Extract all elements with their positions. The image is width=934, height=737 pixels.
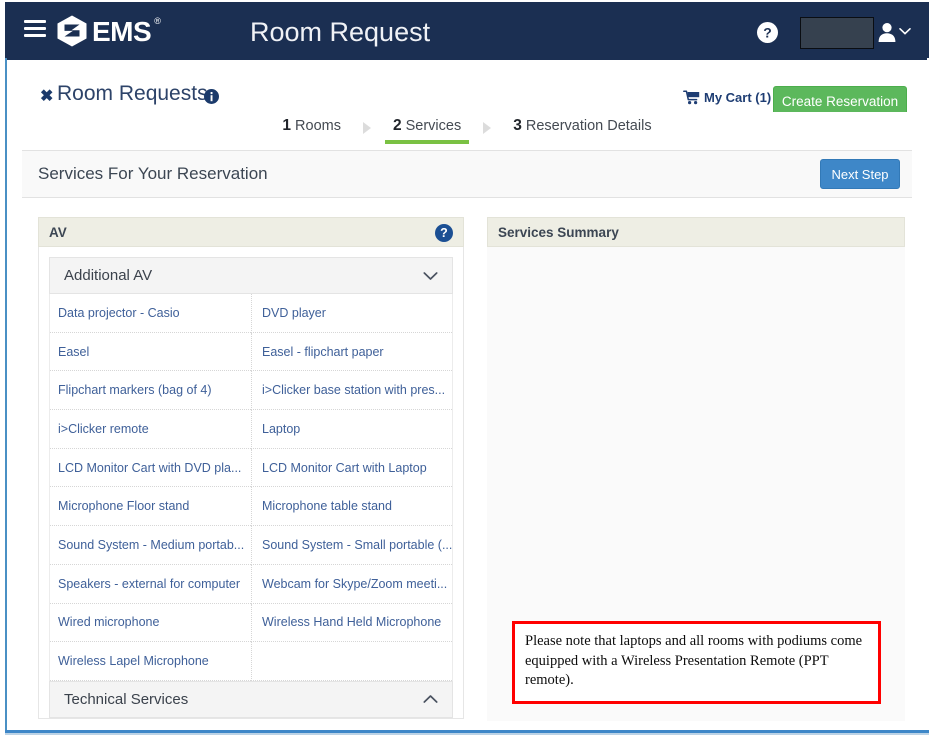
services-summary-panel: Services Summary Please note that laptop… [487,217,905,722]
info-circle-icon[interactable] [204,89,219,104]
service-item[interactable]: Microphone Floor stand [50,487,251,527]
service-item[interactable]: Speakers - external for computer [50,565,251,604]
accordion-technical-services[interactable]: Technical Services [49,680,453,718]
av-services-panel: AV ? Additional AV Data projector - Casi… [38,217,464,719]
service-item[interactable]: Webcam for Skype/Zoom meeti... [251,564,452,604]
service-item[interactable]: Data projector - Casio [50,294,251,333]
step-tab-reservation-details[interactable]: 3 Reservation Details [495,112,669,144]
ems-wordmark: EMS [92,16,152,47]
service-item[interactable]: Flipchart markers (bag of 4) [50,371,251,411]
section-header-bar: Services For Your Reservation Next Step [22,150,912,198]
step-label: Reservation Details [525,118,652,134]
main-content: AV ? Additional AV Data projector - Casi… [7,199,927,730]
step-number: 2 [392,117,402,134]
presentation-remote-note: Please note that laptops and all rooms w… [512,621,881,704]
summary-panel-body: Please note that laptops and all rooms w… [487,247,905,721]
av-panel-title: AV [49,224,67,240]
ems-logo[interactable]: EMS ® [55,14,161,48]
window-frame-bottom-shadow [5,733,929,735]
chevron-up-icon [423,695,438,704]
service-item[interactable]: Microphone table stand [251,487,452,527]
accordion-label: Technical Services [64,690,189,708]
step-label: Services [405,118,462,134]
service-item[interactable]: Sound System - Small portable (... [251,526,452,565]
service-item[interactable]: Wireless Lapel Microphone [50,642,251,681]
accordion-label: Additional AV [64,267,153,284]
service-item[interactable]: Laptop [251,410,452,449]
svg-text:?: ? [763,24,772,40]
app-title: Room Request [250,17,431,47]
av-panel-header: AV ? [38,217,464,247]
service-item[interactable]: Wireless Hand Held Microphone [251,603,452,643]
service-item[interactable]: Easel - flipchart paper [251,332,452,372]
service-item[interactable]: i>Clicker base station with pres... [251,371,452,411]
service-item[interactable]: Sound System - Medium portab... [50,526,251,565]
summary-panel-header: Services Summary [487,217,905,247]
service-item[interactable]: Wired microphone [50,604,251,643]
ems-hexagon-icon [57,15,87,47]
window-frame-right-border [927,58,929,732]
step-number: 3 [513,117,522,134]
close-page-icon[interactable]: ✖ [40,89,53,105]
hamburger-menu-icon[interactable] [24,20,46,42]
svg-text:?: ? [440,226,448,240]
ems-trademark: ® [154,16,161,26]
next-step-button[interactable]: Next Step [820,159,900,189]
step-tab-services[interactable]: 2 Services [375,112,479,144]
av-items-grid: Data projector - Casio DVD player Easel … [49,294,453,681]
user-name-redacted [800,17,874,49]
av-help-question-icon[interactable]: ? [435,224,453,242]
user-menu-chevron-down-icon[interactable] [899,27,911,36]
service-item-empty [251,642,452,681]
step-tab-rooms[interactable]: 1 Rooms [264,112,359,144]
top-navigation-bar: EMS ® Room Request ? [5,2,929,60]
help-question-icon[interactable]: ? [757,22,778,43]
window-frame-left-border [5,58,7,732]
page-header-row: ✖ Room Requests My Cart (1) Create Reser… [7,60,927,116]
reservation-steps-tabs: 1 Rooms 2 Services 3 Reservation Details [7,112,927,148]
accordion-additional-av[interactable]: Additional AV [49,257,453,294]
user-account-icon[interactable] [878,22,896,42]
service-item[interactable]: i>Clicker remote [50,410,251,449]
chevron-down-icon [423,271,438,280]
my-cart-button[interactable]: My Cart (1) [683,90,771,105]
service-item[interactable]: Easel [50,333,251,372]
note-text: Please note that laptops and all rooms w… [525,633,863,689]
step-arrow-icon [483,122,492,134]
section-title: Services For Your Reservation [38,164,268,183]
app-screenshot: EMS ® Room Request ? ✖ Room Requests My … [0,0,934,737]
step-number: 1 [282,117,292,134]
page-title: Room Requests [57,82,208,105]
step-label: Rooms [295,118,341,134]
service-item[interactable]: LCD Monitor Cart with Laptop [251,448,452,488]
service-item[interactable]: DVD player [251,294,452,333]
service-item[interactable]: LCD Monitor Cart with DVD pla... [50,449,251,488]
my-cart-label: My Cart (1) [704,90,772,105]
shopping-cart-icon [683,90,700,105]
av-panel-body: Additional AV Data projector - Casio DVD… [38,247,464,719]
step-arrow-icon [362,122,371,134]
summary-panel-title: Services Summary [498,224,619,240]
